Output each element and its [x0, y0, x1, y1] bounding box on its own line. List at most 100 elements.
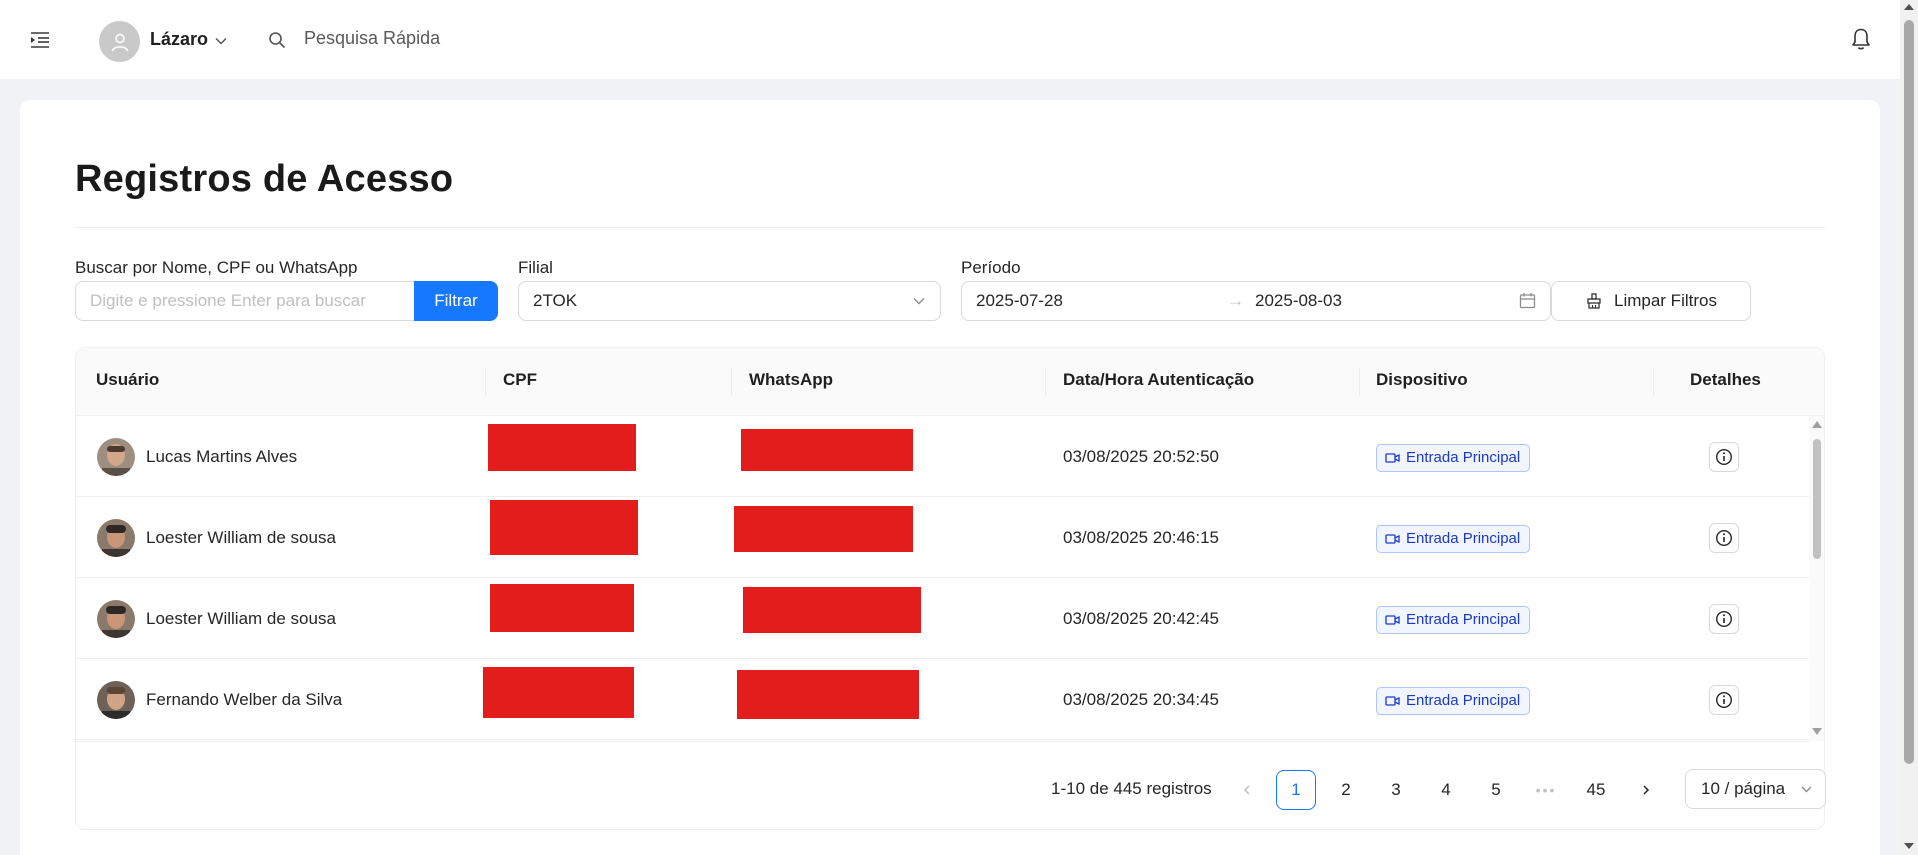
user-photo [97, 519, 135, 557]
page-3-button[interactable]: 3 [1376, 770, 1416, 810]
redacted-whatsapp [743, 587, 921, 633]
page-5-button[interactable]: 5 [1476, 770, 1516, 810]
search-label: Buscar por Nome, CPF ou WhatsApp [75, 258, 358, 277]
chevron-down-icon[interactable] [214, 34, 228, 48]
search-input[interactable] [75, 281, 415, 321]
table-scroll-up-arrow[interactable] [1812, 421, 1822, 428]
video-camera-icon [1385, 696, 1400, 706]
page-4-button[interactable]: 4 [1426, 770, 1466, 810]
filter-button[interactable]: Filtrar [414, 281, 498, 321]
page-size-value: 10 / página [1701, 779, 1786, 798]
chevron-down-icon [913, 298, 925, 305]
user-name-cell: Loester William de sousa [146, 609, 336, 628]
redacted-whatsapp [737, 670, 919, 719]
page-45-button[interactable]: 45 [1576, 770, 1616, 810]
range-arrow: → [1227, 291, 1244, 310]
table-row[interactable]: Lucas Martins Alves 03/08/2025 20:52:50 … [76, 416, 1809, 497]
calendar-icon [1519, 293, 1536, 309]
device-name: Entrada Principal [1406, 611, 1521, 628]
branch-value: 2TOK [533, 291, 578, 310]
page-scrollbar[interactable] [1900, 0, 1918, 855]
column-header-whatsapp: WhatsApp [749, 370, 834, 389]
next-page-button[interactable] [1626, 770, 1666, 810]
redacted-cpf [488, 424, 636, 471]
user-photo [97, 600, 135, 638]
redacted-whatsapp [734, 506, 913, 552]
clear-icon [1587, 293, 1601, 309]
details-button[interactable] [1709, 523, 1739, 553]
total-records: 1-10 de 445 registros [1051, 779, 1212, 798]
user-name[interactable]: Lázaro [150, 29, 208, 50]
column-header-datetime: Data/Hora Autenticação [1063, 370, 1255, 389]
table-footer-divider [76, 741, 1809, 742]
details-button[interactable] [1709, 604, 1739, 634]
device-tag: Entrada Principal [1376, 525, 1531, 553]
prev-page-button[interactable] [1227, 770, 1267, 810]
device-tag: Entrada Principal [1376, 444, 1531, 472]
datetime-cell: 03/08/2025 20:46:15 [1063, 528, 1219, 547]
column-header-device: Dispositivo [1376, 370, 1468, 389]
datetime-cell: 03/08/2025 20:42:45 [1063, 609, 1219, 628]
top-bar: Lázaro Pesquisa Rápida [0, 0, 1900, 79]
redacted-cpf [483, 667, 634, 718]
table-row[interactable]: Fernando Welber da Silva 03/08/2025 20:3… [76, 659, 1809, 740]
period-range-picker[interactable]: 2025-07-28 → 2025-08-03 [961, 281, 1551, 321]
table-header: Usuário CPF WhatsApp Data/Hora Autentica… [76, 348, 1824, 416]
user-name-cell: Loester William de sousa [146, 528, 336, 547]
clear-filters-button[interactable]: Limpar Filtros [1551, 281, 1751, 321]
user-icon [111, 33, 128, 51]
device-tag: Entrada Principal [1376, 606, 1531, 634]
details-button[interactable] [1709, 442, 1739, 472]
redacted-cpf [490, 500, 638, 555]
page-size-select[interactable]: 10 / página [1685, 769, 1826, 809]
bell-icon[interactable] [1850, 27, 1872, 51]
column-header-user: Usuário [96, 370, 160, 389]
details-button[interactable] [1709, 685, 1739, 715]
period-label: Período [961, 258, 1021, 277]
datetime-cell: 03/08/2025 20:52:50 [1063, 447, 1219, 466]
scrollbar-thumb[interactable] [1904, 20, 1914, 764]
title-divider [75, 227, 1825, 228]
table-scrollbar[interactable] [1809, 416, 1824, 741]
device-tag: Entrada Principal [1376, 687, 1531, 715]
period-end-date[interactable]: 2025-08-03 [1255, 291, 1342, 311]
branch-label: Filial [518, 258, 553, 277]
table-body: Lucas Martins Alves 03/08/2025 20:52:50 … [76, 416, 1809, 741]
info-icon [1715, 529, 1733, 547]
jump-next-ellipsis[interactable]: ••• [1526, 770, 1566, 810]
video-camera-icon [1385, 453, 1400, 463]
scroll-up-arrow[interactable] [1904, 4, 1914, 10]
table-scroll-down-arrow[interactable] [1812, 728, 1822, 735]
column-separator [1045, 368, 1046, 396]
redacted-cpf [490, 584, 634, 632]
quick-search[interactable]: Pesquisa Rápida [304, 28, 440, 49]
column-separator [731, 368, 732, 396]
device-name: Entrada Principal [1406, 449, 1521, 466]
column-header-details: Detalhes [1690, 370, 1761, 389]
clear-filters-label: Limpar Filtros [1614, 291, 1717, 310]
chevron-down-icon [1801, 786, 1812, 793]
chevron-left-icon [1243, 785, 1250, 795]
device-name: Entrada Principal [1406, 692, 1521, 709]
user-name-cell: Fernando Welber da Silva [146, 690, 343, 709]
column-header-cpf: CPF [503, 370, 537, 389]
video-camera-icon [1385, 534, 1400, 544]
table-row[interactable]: Loester William de sousa 03/08/2025 20:4… [76, 578, 1809, 659]
branch-select[interactable]: 2TOK [518, 281, 941, 321]
info-icon [1715, 691, 1733, 709]
access-log-table: Usuário CPF WhatsApp Data/Hora Autentica… [75, 347, 1825, 830]
menu-fold-icon[interactable] [30, 30, 50, 50]
table-row[interactable]: Loester William de sousa 03/08/2025 20:4… [76, 497, 1809, 578]
column-separator [1653, 368, 1654, 396]
user-avatar[interactable] [99, 21, 140, 62]
user-photo [97, 438, 135, 476]
redacted-whatsapp [741, 429, 913, 471]
page-1-button[interactable]: 1 [1276, 770, 1316, 810]
table-scrollbar-thumb[interactable] [1813, 439, 1821, 559]
content-card: Registros de Acesso Buscar por Nome, CPF… [20, 100, 1880, 855]
column-separator [485, 368, 486, 396]
info-icon [1715, 448, 1733, 466]
period-start-date[interactable]: 2025-07-28 [976, 291, 1063, 311]
scroll-down-arrow[interactable] [1904, 843, 1914, 849]
page-2-button[interactable]: 2 [1326, 770, 1366, 810]
